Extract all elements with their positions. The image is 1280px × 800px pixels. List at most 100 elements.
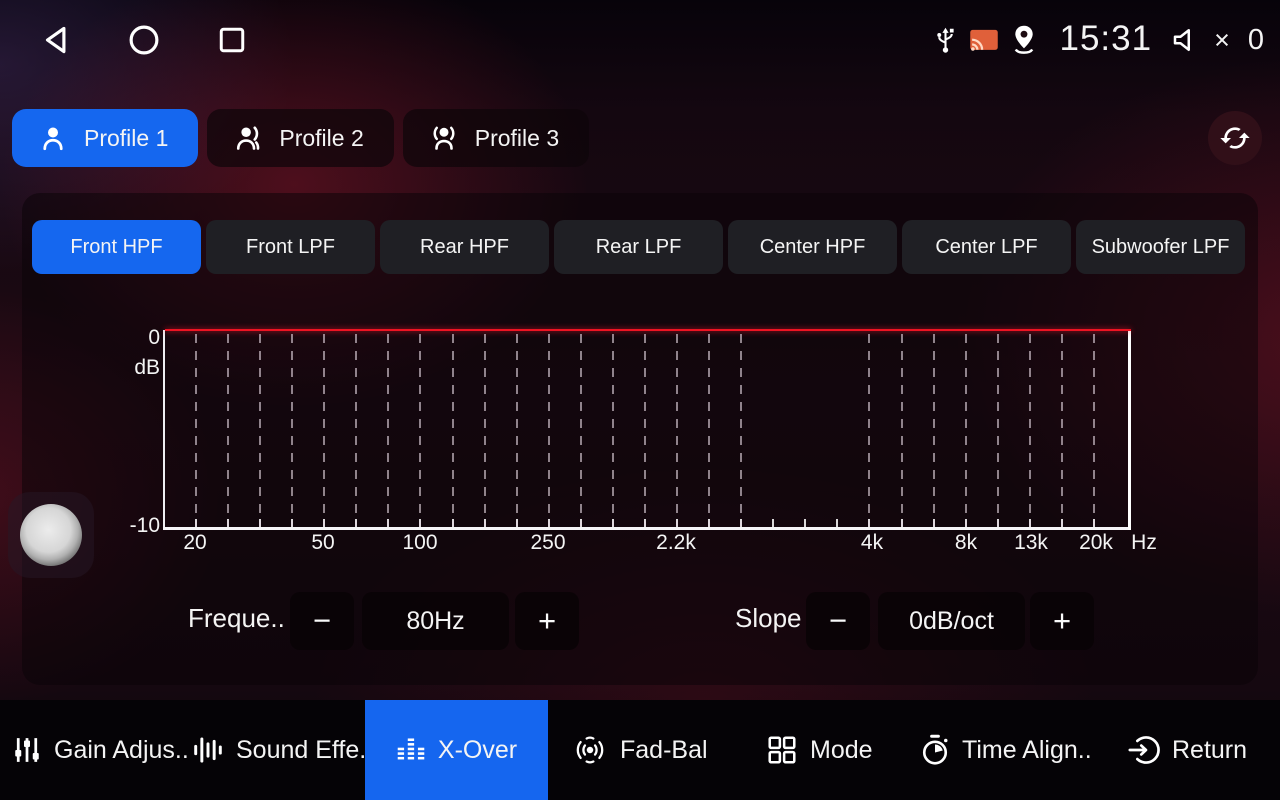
- slope-plus-button[interactable]: +: [1030, 592, 1094, 650]
- slope-value: 0dB/oct: [878, 592, 1025, 650]
- filter-tabs: Front HPF Front LPF Rear HPF Rear LPF Ce…: [32, 220, 1245, 274]
- gridline: [1093, 334, 1095, 526]
- x-tick-label: 20: [150, 531, 240, 555]
- nav-label: Gain Adjus..: [54, 736, 189, 765]
- profile-label: Profile 3: [475, 125, 559, 152]
- chart-plot[interactable]: [165, 330, 1128, 527]
- gridline: [291, 334, 293, 526]
- gridline: [323, 334, 325, 526]
- nav-label: Time Align..: [962, 736, 1092, 765]
- minus-icon: −: [313, 603, 331, 639]
- gridline: [548, 334, 550, 526]
- gridline: [676, 334, 678, 526]
- axis-tick: [772, 519, 774, 527]
- gridline: [516, 334, 518, 526]
- y-axis-label-0db: 0: [110, 326, 160, 350]
- nav-mode[interactable]: Mode: [766, 700, 873, 800]
- gain-adjust-icon: [12, 734, 42, 766]
- chart-right-border: [1128, 329, 1131, 530]
- tab-label: Rear HPF: [420, 236, 509, 259]
- response-curve: [165, 329, 1131, 331]
- slope-minus-button[interactable]: −: [806, 592, 870, 650]
- frequency-plus-button[interactable]: +: [515, 592, 579, 650]
- home-button[interactable]: [126, 22, 162, 58]
- x-tick-label: 250: [503, 531, 593, 555]
- status-bar: 15:31 × 0: [0, 0, 1280, 80]
- nav-label: Return: [1172, 736, 1247, 765]
- recents-button[interactable]: [214, 22, 250, 58]
- nav-sound-effects[interactable]: Sound Effe..: [192, 700, 373, 800]
- x-tick-label: 2.2k: [631, 531, 721, 555]
- profile-label: Profile 1: [84, 125, 168, 152]
- profile-2-button[interactable]: Profile 2: [207, 109, 393, 167]
- nav-fad-bal[interactable]: Fad-Bal: [572, 700, 708, 800]
- mode-grid-icon: [766, 734, 798, 766]
- gridline: [419, 334, 421, 526]
- frequency-label: Freque..: [188, 603, 285, 634]
- sync-icon: [1219, 122, 1251, 154]
- plus-icon: +: [538, 603, 556, 639]
- gridline: [580, 334, 582, 526]
- nav-return[interactable]: Return: [1128, 700, 1247, 800]
- x-axis-line: [163, 527, 1131, 530]
- tab-label: Front LPF: [246, 236, 335, 259]
- reset-button[interactable]: [1208, 111, 1262, 165]
- fader-balance-icon: [572, 734, 608, 766]
- time-alignment-icon: [920, 733, 950, 767]
- tab-center-lpf[interactable]: Center LPF: [902, 220, 1071, 274]
- nav-x-over[interactable]: X-Over: [365, 700, 548, 800]
- gridline: [965, 334, 967, 526]
- profile-label: Profile 2: [279, 125, 363, 152]
- nav-label: Fad-Bal: [620, 736, 708, 765]
- back-icon: [39, 23, 73, 57]
- gridline: [708, 334, 710, 526]
- tab-front-lpf[interactable]: Front LPF: [206, 220, 375, 274]
- frequency-value: 80Hz: [362, 592, 509, 650]
- floating-knob-container: [8, 492, 94, 578]
- tab-label: Center HPF: [760, 236, 866, 259]
- volume-mult: ×: [1214, 25, 1230, 56]
- return-icon: [1128, 734, 1160, 766]
- gridline: [195, 334, 197, 526]
- gridline: [484, 334, 486, 526]
- bottom-nav: Gain Adjus.. Sound Effe.. X-Over: [0, 700, 1280, 800]
- frequency-minus-button[interactable]: −: [290, 592, 354, 650]
- gridline: [227, 334, 229, 526]
- tab-subwoofer-lpf[interactable]: Subwoofer LPF: [1076, 220, 1245, 274]
- tab-front-hpf[interactable]: Front HPF: [32, 220, 201, 274]
- gridline: [1061, 334, 1063, 526]
- nav-time-alignment[interactable]: Time Align..: [920, 700, 1092, 800]
- cast-icon: [969, 28, 999, 53]
- gridline: [868, 334, 870, 526]
- back-button[interactable]: [38, 22, 74, 58]
- minus-icon: −: [829, 603, 847, 639]
- profile-1-button[interactable]: Profile 1: [12, 109, 198, 167]
- person-2-icon: [233, 123, 263, 153]
- gridline: [644, 334, 646, 526]
- x-axis-unit: Hz: [1099, 531, 1189, 555]
- nav-label: Mode: [810, 736, 873, 765]
- usb-icon: [933, 25, 958, 55]
- person-3-icon: [429, 123, 459, 153]
- gridline: [387, 334, 389, 526]
- tab-label: Subwoofer LPF: [1092, 236, 1230, 259]
- gridline: [612, 334, 614, 526]
- tab-label: Rear LPF: [596, 236, 682, 259]
- y-axis-unit: dB: [110, 356, 160, 380]
- tab-label: Center LPF: [935, 236, 1037, 259]
- gridline: [901, 334, 903, 526]
- nav-gain-adjust[interactable]: Gain Adjus..: [12, 700, 189, 800]
- y-axis-line: [163, 330, 165, 530]
- profile-3-button[interactable]: Profile 3: [403, 109, 589, 167]
- gridline: [1029, 334, 1031, 526]
- tab-center-hpf[interactable]: Center HPF: [728, 220, 897, 274]
- gridline: [740, 334, 742, 526]
- volume-value: 0: [1248, 24, 1264, 57]
- volume-knob-button[interactable]: [20, 504, 82, 566]
- x-tick-label: 100: [375, 531, 465, 555]
- gridline: [452, 334, 454, 526]
- gridline: [259, 334, 261, 526]
- axis-tick: [836, 519, 838, 527]
- tab-rear-hpf[interactable]: Rear HPF: [380, 220, 549, 274]
- tab-rear-lpf[interactable]: Rear LPF: [554, 220, 723, 274]
